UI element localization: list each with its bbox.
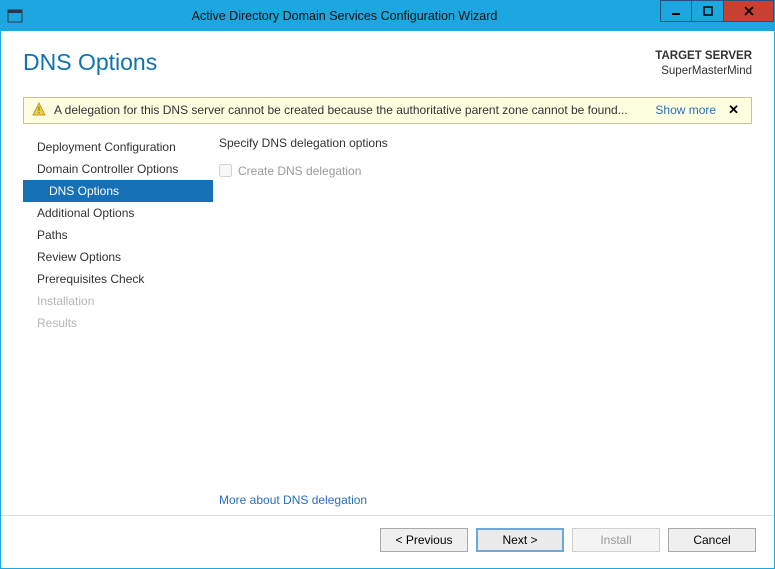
sidebar-item-installation: Installation: [23, 290, 213, 312]
warning-dismiss-button[interactable]: ✕: [724, 102, 743, 118]
cancel-button[interactable]: Cancel: [668, 528, 756, 552]
next-button[interactable]: Next >: [476, 528, 564, 552]
sidebar-item-dns-options[interactable]: DNS Options: [23, 180, 213, 202]
client-area: DNS Options TARGET SERVER SuperMasterMin…: [1, 31, 774, 515]
sidebar-item-domain-controller-options[interactable]: Domain Controller Options: [23, 158, 213, 180]
sidebar: Deployment Configuration Domain Controll…: [23, 134, 213, 515]
sidebar-item-prerequisites-check[interactable]: Prerequisites Check: [23, 268, 213, 290]
footer: < Previous Next > Install Cancel: [1, 515, 774, 568]
maximize-button[interactable]: [692, 0, 724, 22]
create-dns-delegation-label: Create DNS delegation: [238, 164, 361, 178]
close-button[interactable]: [724, 0, 774, 22]
target-server-label: TARGET SERVER: [655, 49, 752, 64]
target-server-block: TARGET SERVER SuperMasterMind: [655, 49, 752, 79]
page-title: DNS Options: [23, 49, 157, 76]
create-dns-delegation-checkbox: [219, 164, 232, 177]
previous-button[interactable]: < Previous: [380, 528, 468, 552]
warning-icon: [32, 102, 46, 119]
create-dns-delegation-row: Create DNS delegation: [219, 164, 746, 178]
titlebar: Active Directory Domain Services Configu…: [1, 1, 774, 31]
sidebar-item-additional-options[interactable]: Additional Options: [23, 202, 213, 224]
system-menu-icon[interactable]: [1, 9, 29, 23]
target-server-name: SuperMasterMind: [655, 64, 752, 79]
install-button: Install: [572, 528, 660, 552]
sidebar-item-results: Results: [23, 312, 213, 334]
warning-show-more-link[interactable]: Show more: [655, 103, 716, 117]
header-row: DNS Options TARGET SERVER SuperMasterMin…: [23, 49, 752, 79]
sidebar-item-deployment-configuration[interactable]: Deployment Configuration: [23, 136, 213, 158]
body-row: Deployment Configuration Domain Controll…: [23, 134, 752, 515]
window-controls: [660, 1, 774, 31]
window-title: Active Directory Domain Services Configu…: [29, 9, 660, 23]
wizard-window: Active Directory Domain Services Configu…: [0, 0, 775, 569]
sidebar-item-review-options[interactable]: Review Options: [23, 246, 213, 268]
more-about-link[interactable]: More about DNS delegation: [219, 493, 746, 507]
main-panel: Specify DNS delegation options Create DN…: [213, 134, 752, 515]
warning-bar: A delegation for this DNS server cannot …: [23, 97, 752, 124]
specify-label: Specify DNS delegation options: [219, 136, 746, 150]
minimize-button[interactable]: [660, 0, 692, 22]
sidebar-item-paths[interactable]: Paths: [23, 224, 213, 246]
warning-message: A delegation for this DNS server cannot …: [54, 103, 647, 117]
